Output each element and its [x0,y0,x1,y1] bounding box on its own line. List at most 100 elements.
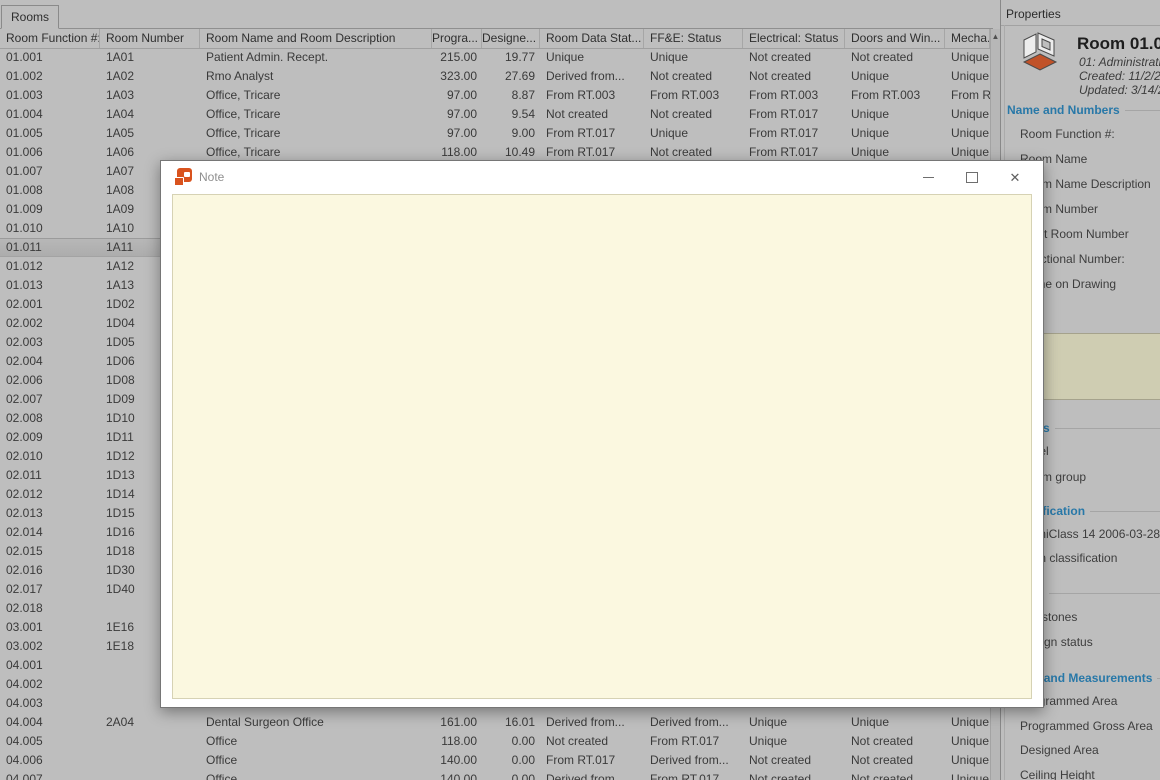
table-cell: 161.00 [432,713,482,732]
table-cell: 0.00 [482,732,540,751]
table-cell: 140.00 [432,751,482,770]
note-dialog-titlebar[interactable]: Note ✕ [161,161,1043,194]
column-header-9[interactable]: Doors and Win... [845,29,945,48]
table-cell: Unique [644,48,743,67]
table-cell: 04.007 [0,770,100,780]
table-cell: 02.017 [0,580,100,599]
table-cell: 8.87 [482,86,540,105]
table-cell: From RT.003 [644,86,743,105]
table-cell: Not created [644,67,743,86]
table-row[interactable]: 04.006Office140.000.00From RT.017Derived… [0,751,990,770]
table-cell: Unique [945,48,990,67]
table-cell: 1A03 [100,86,200,105]
table-cell: 01.001 [0,48,100,67]
table-cell: Derived from... [540,770,644,780]
table-cell: 02.003 [0,333,100,352]
column-header-8[interactable]: Electrical: Status [743,29,845,48]
table-cell: From RT.003 [845,86,945,105]
table-cell: 27.69 [482,67,540,86]
table-cell: Office [200,751,432,770]
note-dialog-title: Note [199,161,224,194]
room-title: Room 01.01 [1077,34,1160,54]
column-header-5[interactable]: Designe... [482,29,540,48]
table-cell: 01.007 [0,162,100,181]
table-cell: 02.004 [0,352,100,371]
table-cell: 01.011 [0,238,100,257]
table-cell: 01.002 [0,67,100,86]
column-header-1[interactable]: Room Function #: [0,29,100,48]
table-row[interactable]: 04.007Office140.000.00Derived from...Fro… [0,770,990,780]
table-cell: 323.00 [432,67,482,86]
table-cell: Patient Admin. Recept. [200,48,432,67]
table-cell: Unique [945,770,990,780]
table-cell: Not created [743,751,845,770]
table-row[interactable]: 01.0021A02Rmo Analyst323.0027.69Derived … [0,67,990,86]
table-row[interactable]: 01.0011A01Patient Admin. Recept.215.0019… [0,48,990,67]
table-cell: 19.77 [482,48,540,67]
table-cell: 02.001 [0,295,100,314]
table-cell: 02.006 [0,371,100,390]
property-field-label: Ceiling Height [1020,768,1095,780]
table-cell: 2A04 [100,713,200,732]
table-cell: 02.015 [0,542,100,561]
table-cell: Unique [845,67,945,86]
table-cell: 02.018 [0,599,100,618]
section-header: Name and Numbers [1007,103,1160,117]
table-cell: From RT.003 [743,86,845,105]
minimize-button[interactable] [914,165,942,189]
table-cell: Not created [540,732,644,751]
tab-rooms[interactable]: Rooms [1,5,59,29]
table-cell: Unique [945,732,990,751]
table-cell: 04.002 [0,675,100,694]
property-field-label: Room Function #: [1020,127,1115,141]
table-cell: From RT.017 [540,124,644,143]
table-cell [100,751,200,770]
table-cell: 9.54 [482,105,540,124]
table-cell: 215.00 [432,48,482,67]
note-editor[interactable] [172,194,1032,699]
table-row[interactable]: 01.0041A04Office, Tricare97.009.54Not cr… [0,105,990,124]
table-cell: Unique [743,732,845,751]
table-row[interactable]: 04.0042A04Dental Surgeon Office161.0016.… [0,713,990,732]
scroll-up-arrow-icon[interactable]: ▲ [991,31,1000,43]
table-cell: Office, Tricare [200,124,432,143]
table-cell: 04.006 [0,751,100,770]
table-cell: 01.005 [0,124,100,143]
table-cell: 140.00 [432,770,482,780]
maximize-button[interactable] [958,165,986,189]
table-cell: 1A04 [100,105,200,124]
table-cell: Unique [845,124,945,143]
column-header-2[interactable]: Room Number [100,29,200,48]
column-header-7[interactable]: FF&E: Status [644,29,743,48]
table-cell: 1A02 [100,67,200,86]
table-cell: Unique [644,124,743,143]
close-button[interactable]: ✕ [1001,165,1029,189]
table-cell: 03.001 [0,618,100,637]
table-cell: 03.002 [0,637,100,656]
table-cell: From RT.003 [945,86,990,105]
table-cell: 02.013 [0,504,100,523]
table-row[interactable]: 04.005Office118.000.00Not createdFrom RT… [0,732,990,751]
table-cell: 02.014 [0,523,100,542]
table-cell: From RT.017 [743,105,845,124]
table-cell: 1A05 [100,124,200,143]
note-app-icon [174,168,193,187]
table-cell: Not created [845,732,945,751]
column-header-4[interactable]: Progra... [432,29,482,48]
column-header-6[interactable]: Room Data Stat... [540,29,644,48]
table-cell: 04.003 [0,694,100,713]
table-cell: 01.006 [0,143,100,162]
column-header-10[interactable]: Mecha... [945,29,990,48]
table-cell: Not created [743,48,845,67]
table-cell: 97.00 [432,105,482,124]
table-cell [100,732,200,751]
properties-panel-title: Properties [1006,7,1061,21]
divider [1001,25,1160,26]
table-row[interactable]: 01.0031A03Office, Tricare97.008.87From R… [0,86,990,105]
table-cell: 01.009 [0,200,100,219]
note-dialog: Note ✕ [160,160,1044,708]
rooms-table-header: Room Function #:Room NumberRoom Name and… [0,29,990,49]
table-cell: Not created [743,770,845,780]
table-row[interactable]: 01.0051A05Office, Tricare97.009.00From R… [0,124,990,143]
column-header-3[interactable]: Room Name and Room Description [200,29,432,48]
